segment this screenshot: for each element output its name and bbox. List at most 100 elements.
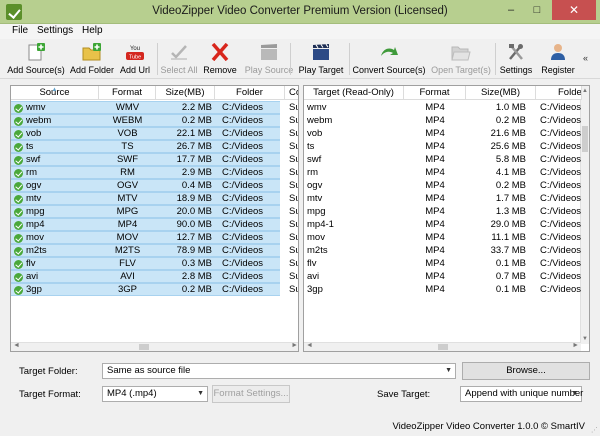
target-folder-combo[interactable]: Same as source file ▼	[102, 363, 456, 379]
cell-status: Succ	[289, 102, 298, 113]
column-header-source[interactable]: Source ▲	[11, 86, 99, 100]
table-row[interactable]: wmv MP4 1.0 MB C:/Videos	[304, 101, 581, 114]
cell-format: MP4	[425, 271, 445, 282]
target-list-panel[interactable]: ▲ ▼ ◄ ► Target (Read-Only) Format Size(MB)…	[303, 85, 590, 352]
column-header-format[interactable]: Format	[404, 86, 466, 100]
table-row[interactable]: mov MP4 11.1 MB C:/Videos	[304, 231, 581, 244]
scroll-right-icon[interactable]: ►	[291, 342, 298, 349]
table-row[interactable]: m2ts M2TS 78.9 MB C:/Videos Succ	[11, 244, 298, 257]
table-row[interactable]: mtv MTV 18.9 MB C:/Videos Succ	[11, 192, 298, 205]
remove-button[interactable]: Remove	[202, 41, 238, 77]
cell-target: mtv	[307, 193, 323, 204]
cell-folder: C:/Videos	[540, 245, 582, 256]
column-header-size[interactable]: Size(MB)	[466, 86, 536, 100]
cell-size: 11.1 MB	[491, 232, 526, 243]
table-row[interactable]: flv FLV 0.3 MB C:/Videos Succ	[11, 257, 298, 270]
table-row[interactable]: rm MP4 4.1 MB C:/Videos	[304, 166, 581, 179]
table-row[interactable]: mp4 MP4 90.0 MB C:/Videos Succ	[11, 218, 298, 231]
add-folder-button[interactable]: Add Folder	[68, 41, 116, 77]
open-targets-button[interactable]: Open Target(s)	[428, 41, 494, 77]
column-header-status[interactable]: Co	[285, 86, 298, 100]
close-button[interactable]: ✕	[552, 0, 596, 20]
scrollbar-thumb[interactable]	[438, 344, 448, 350]
table-row[interactable]: mpg MP4 1.3 MB C:/Videos	[304, 205, 581, 218]
scrollbar-thumb[interactable]	[139, 344, 149, 350]
column-header-size[interactable]: Size(MB)	[156, 86, 215, 100]
cell-folder: C:/Videos	[222, 193, 264, 204]
target-horizontal-scrollbar[interactable]: ◄ ►	[304, 342, 581, 351]
table-row[interactable]: ogv MP4 0.2 MB C:/Videos	[304, 179, 581, 192]
convert-sources-button[interactable]: Convert Source(s)	[351, 41, 427, 77]
menu-file[interactable]: File	[12, 25, 28, 36]
cell-target: webm	[307, 115, 333, 126]
play-target-button[interactable]: Play Target	[297, 41, 345, 77]
menu-settings[interactable]: Settings	[37, 25, 73, 36]
success-check-icon	[14, 195, 23, 204]
table-row[interactable]: ogv OGV 0.4 MB C:/Videos Succ	[11, 179, 298, 192]
register-button[interactable]: Register	[539, 41, 577, 77]
play-source-button[interactable]: Play Source	[244, 41, 294, 77]
table-row[interactable]: vob MP4 21.6 MB C:/Videos	[304, 127, 581, 140]
toolbar-separator	[349, 43, 350, 75]
cell-status: Succ	[289, 258, 298, 269]
table-row[interactable]: vob VOB 22.1 MB C:/Videos Succ	[11, 127, 298, 140]
table-row[interactable]: wmv WMV 2.2 MB C:/Videos Succ	[11, 101, 298, 114]
cell-status: Succ	[289, 141, 298, 152]
table-row[interactable]: rm RM 2.9 MB C:/Videos Succ	[11, 166, 298, 179]
table-row[interactable]: ts MP4 25.6 MB C:/Videos	[304, 140, 581, 153]
table-row[interactable]: mpg MPG 20.0 MB C:/Videos Succ	[11, 205, 298, 218]
column-header-folder[interactable]: Folder	[215, 86, 285, 100]
success-check-icon	[14, 273, 23, 282]
save-target-select[interactable]: Append with unique number ▼	[460, 386, 583, 402]
select-all-button[interactable]: Select All	[158, 41, 200, 77]
cell-format: MP4	[117, 219, 138, 230]
cell-target: ogv	[307, 180, 323, 191]
cell-format: MPG	[116, 206, 139, 217]
success-check-icon	[14, 117, 23, 126]
source-list-panel[interactable]: ◄ ► Source▲ Format Size(MB) Folder Co wmv WMV 2…	[10, 85, 299, 352]
settings-button[interactable]: Settings	[497, 41, 535, 77]
menu-help[interactable]: Help	[82, 25, 103, 36]
scroll-right-icon[interactable]: ►	[572, 342, 579, 349]
add-url-button[interactable]: Tube You Add Url	[117, 41, 153, 77]
table-row[interactable]: flv MP4 0.1 MB C:/Videos	[304, 257, 581, 270]
format-settings-button[interactable]: Format Settings...	[212, 385, 290, 403]
cell-size: 78.9 MB	[176, 245, 212, 256]
scroll-left-icon[interactable]: ◄	[306, 342, 313, 349]
add-sources-button[interactable]: Add Source(s)	[4, 41, 68, 77]
resize-grip-icon[interactable]: ⋰	[591, 426, 598, 434]
maximize-button[interactable]: □	[524, 0, 550, 20]
cell-size: 0.1 MB	[495, 258, 526, 269]
table-row[interactable]: 3gp 3GP 0.2 MB C:/Videos Succ	[11, 283, 298, 296]
scroll-up-icon[interactable]: ▲	[582, 88, 588, 94]
table-row[interactable]: swf SWF 17.7 MB C:/Videos Succ	[11, 153, 298, 166]
table-row[interactable]: m2ts MP4 33.7 MB C:/Videos	[304, 244, 581, 257]
column-header-folder[interactable]: Folder	[536, 86, 582, 100]
table-row[interactable]: avi AVI 2.8 MB C:/Videos Succ	[11, 270, 298, 283]
cell-format: MP4	[425, 115, 445, 126]
table-row[interactable]: mp4-1 MP4 29.0 MB C:/Videos	[304, 218, 581, 231]
toolbar-overflow-button[interactable]: «	[583, 53, 588, 63]
status-bar: VideoZipper Video Converter 1.0.0 © Smar…	[0, 418, 600, 436]
scroll-left-icon[interactable]: ◄	[13, 342, 20, 349]
scroll-down-icon[interactable]: ▼	[582, 336, 588, 342]
table-row[interactable]: swf MP4 5.8 MB C:/Videos	[304, 153, 581, 166]
column-header-format[interactable]: Format	[99, 86, 156, 100]
table-row[interactable]: 3gp MP4 0.1 MB C:/Videos	[304, 283, 581, 296]
table-row[interactable]: webm MP4 0.2 MB C:/Videos	[304, 114, 581, 127]
person-icon	[548, 43, 568, 61]
table-row[interactable]: mtv MP4 1.7 MB C:/Videos	[304, 192, 581, 205]
target-format-select[interactable]: MP4 (.mp4) ▼	[102, 386, 208, 402]
cell-source: m2ts	[26, 245, 47, 256]
column-header-target[interactable]: Target (Read-Only)	[304, 86, 404, 100]
browse-button[interactable]: Browse...	[462, 362, 590, 380]
cell-format: MP4	[425, 102, 445, 113]
table-row[interactable]: avi MP4 0.7 MB C:/Videos	[304, 270, 581, 283]
minimize-button[interactable]: –	[498, 0, 524, 20]
table-row[interactable]: webm WEBM 0.2 MB C:/Videos Succ	[11, 114, 298, 127]
table-row[interactable]: ts TS 26.7 MB C:/Videos Succ	[11, 140, 298, 153]
source-horizontal-scrollbar[interactable]: ◄ ►	[11, 342, 298, 351]
scrollbar-thumb[interactable]	[582, 126, 588, 152]
table-row[interactable]: mov MOV 12.7 MB C:/Videos Succ	[11, 231, 298, 244]
cell-folder: C:/Videos	[222, 180, 264, 191]
